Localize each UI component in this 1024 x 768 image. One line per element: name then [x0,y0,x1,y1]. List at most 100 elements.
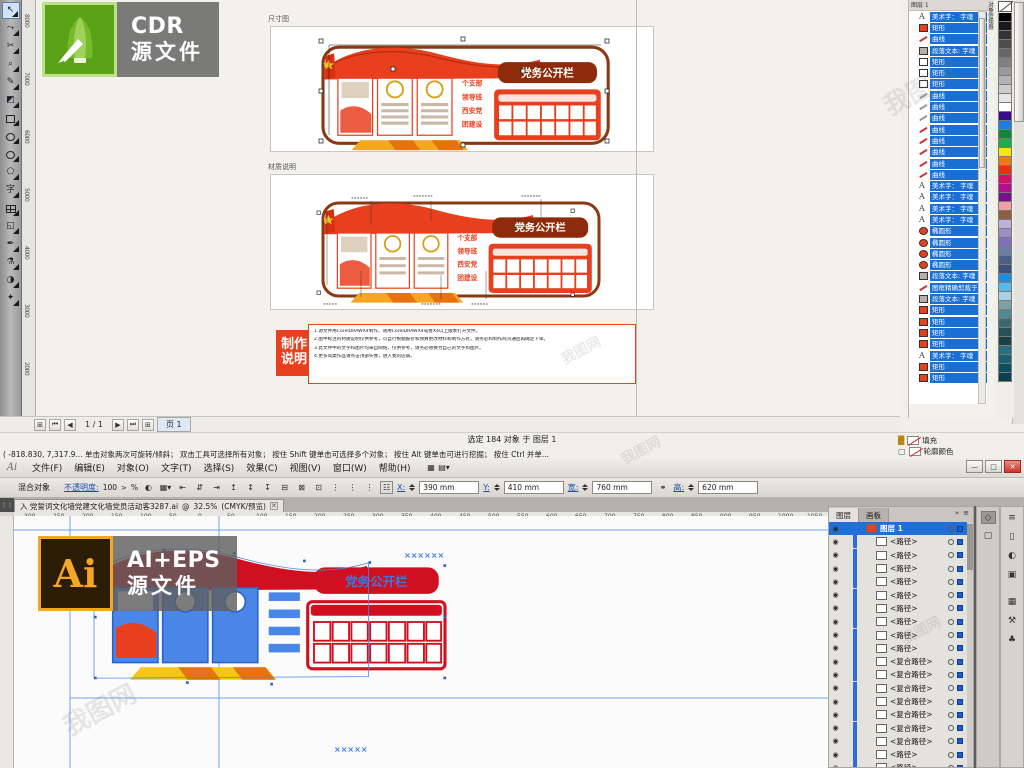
selection-square-icon[interactable] [957,632,963,639]
target-circle-icon[interactable] [948,538,954,545]
menu-o[interactable]: 对象(O) [111,459,155,476]
palette-swatch[interactable] [998,40,1012,49]
layer-row[interactable]: ◉ <路径> [829,575,967,589]
object-manager-row[interactable]: 段落文本: 字魂 [909,45,987,56]
object-manager-row[interactable]: 椭圆形 [909,237,987,248]
menu-f[interactable]: 文件(F) [26,459,68,476]
align-center-h-icon[interactable]: ⇵ [193,481,206,494]
pick-tool[interactable]: ↖ [1,2,20,19]
layer-row[interactable]: ◉ <路径> [829,601,967,615]
visibility-eye-icon[interactable]: ◉ [829,631,842,639]
layer-row[interactable]: ◉ <复合路径> [829,681,967,695]
freehand-tool[interactable]: ✎ [2,74,20,91]
close-button[interactable]: ✕ [1004,460,1021,473]
opacity-label[interactable]: 不透明度: [64,482,99,493]
palette-swatch[interactable] [998,85,1012,94]
selection-square-icon[interactable] [957,525,963,532]
visibility-eye-icon[interactable]: ◉ [829,604,842,612]
palette-swatch[interactable] [998,148,1012,157]
target-circle-icon[interactable] [948,525,954,532]
object-manager-row[interactable]: A 美术字： 字魂 [909,203,987,214]
align-icon[interactable]: ≡ [1005,511,1020,524]
palette-swatch[interactable] [998,67,1012,76]
distribute-top-icon[interactable]: ⊟ [278,481,291,494]
target-circle-icon[interactable] [948,685,954,692]
align-left-icon[interactable]: ⇤ [176,481,189,494]
visibility-eye-icon[interactable]: ◉ [829,618,842,626]
object-manager-row[interactable]: 曲线 [909,101,987,113]
selection-square-icon[interactable] [957,764,963,767]
layer-row[interactable]: ◉ <复合路径> [829,721,967,735]
panel-menu-icon[interactable]: ≡ [963,509,969,517]
interactive-fill-tool[interactable]: ✦ [2,290,20,307]
layer-row[interactable]: ◉ <复合路径> [829,708,967,722]
selection-square-icon[interactable] [957,658,963,665]
visibility-eye-icon[interactable]: ◉ [829,591,842,599]
layer-row[interactable]: ◉ <路径> [829,548,967,562]
palette-swatch[interactable] [998,31,1012,40]
menu-h[interactable]: 帮助(H) [373,459,417,476]
target-circle-icon[interactable] [948,605,954,612]
palette-swatch[interactable] [998,211,1012,220]
object-manager-row[interactable]: A 美术字： 字魂 [909,192,987,203]
palette-swatch[interactable] [998,139,1012,148]
smart-fill-tool[interactable]: ◩ [2,92,20,109]
object-manager-list[interactable]: A 美术字： 字魂 矩形 曲线 段落文本: 字魂 矩形 矩形 矩形 曲线 曲线 曲线 曲线 曲线 曲线 曲线… [909,11,987,404]
palette-swatch[interactable] [998,301,1012,310]
layers-icon[interactable]: ◇ [980,511,996,524]
palette-swatch[interactable] [998,166,1012,175]
window-controls[interactable]: — □ ✕ [966,460,1021,473]
visibility-eye-icon[interactable]: ◉ [829,751,842,759]
layers-panel-tabs[interactable]: 图层 画板 » ≡ [829,507,973,522]
object-manager-row[interactable]: 曲线 [909,34,987,45]
palette-swatch[interactable] [998,364,1012,373]
object-manager-row[interactable]: 矩形 [909,305,987,316]
distribute-center-h-icon[interactable]: ⋮ [346,481,359,494]
object-manager-row[interactable]: 曲线 [909,124,987,135]
object-manager-row[interactable]: 矩形 [909,56,987,67]
palette-swatch[interactable] [998,157,1012,166]
palette-swatch[interactable] [998,193,1012,202]
object-manager-row[interactable]: 矩形 [909,373,987,384]
palette-swatch[interactable] [998,76,1012,85]
palette-swatch[interactable] [998,337,1012,346]
target-circle-icon[interactable] [948,645,954,652]
shape-tool[interactable]: ⤳ [2,20,20,37]
arrange-documents-icon[interactable]: ▦ [425,461,438,474]
transparency-icon[interactable]: ◐ [1005,549,1020,562]
palette-swatch[interactable] [998,130,1012,139]
target-circle-icon[interactable] [948,671,954,678]
selection-square-icon[interactable] [957,592,963,599]
coreldraw-page-1[interactable]: 党务公开栏 个支部 领导班 西安党 团建设 [270,26,654,152]
outline-swatch-none[interactable] [908,447,921,456]
object-manager-row[interactable]: 矩形 [909,22,987,33]
x-field[interactable]: 390 mm [419,481,480,494]
palette-swatch[interactable] [998,184,1012,193]
selection-square-icon[interactable] [957,578,963,585]
layer-row[interactable]: ◉ <路径> [829,588,967,602]
visibility-eye-icon[interactable]: ◉ [829,711,842,719]
selection-square-icon[interactable] [957,565,963,572]
palette-swatch[interactable] [998,256,1012,265]
object-manager-row[interactable]: 段落文本: 字魂 [909,271,987,282]
distribute-right-icon[interactable]: ⋮ [363,481,376,494]
visibility-eye-icon[interactable]: ◉ [829,737,842,745]
page-last-button[interactable]: ⏭ [126,418,139,431]
crop-tool[interactable]: ✂ [2,38,20,55]
visibility-eye-icon[interactable]: ◉ [829,658,842,666]
palette-swatch[interactable] [998,22,1012,31]
visibility-eye-icon[interactable]: ◉ [829,644,842,652]
page-first-button[interactable]: ⏮ [49,418,61,431]
target-circle-icon[interactable] [948,565,954,572]
coreldraw-color-palette[interactable] [996,0,1014,418]
layer-row-root[interactable]: ◉ 图层 1 [829,522,967,536]
scrollbar-thumb[interactable] [1014,2,1024,122]
object-manager-row[interactable]: A 美术字： 字魂 [909,350,987,361]
visibility-eye-icon[interactable]: ◉ [829,671,842,679]
palette-no-color[interactable] [998,1,1012,12]
palette-swatch[interactable] [998,274,1012,283]
layer-row[interactable]: ◉ <路径> [829,535,967,549]
appearance-icon[interactable]: ▣ [1005,568,1020,581]
object-manager-row[interactable]: 曲线 [909,135,987,146]
object-manager-row[interactable]: 矩形 [909,339,987,350]
